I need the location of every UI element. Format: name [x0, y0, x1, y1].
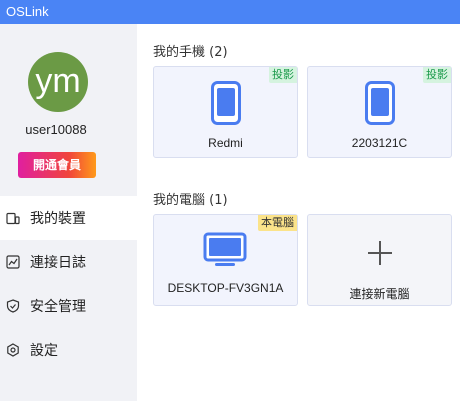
- sidebar-nav: 我的裝置 連接日誌 安全管理 設定: [0, 196, 137, 372]
- main-content: 我的手機 (2) 投影 Redmi 投影 2203121C 我的電腦 (1) 本…: [137, 24, 460, 401]
- add-computer-card[interactable]: 連接新電腦: [307, 214, 452, 306]
- monitor-icon: [203, 232, 247, 266]
- device-name: Redmi: [208, 136, 243, 150]
- sidebar-item-label: 連接日誌: [30, 255, 86, 271]
- sidebar-item-label: 安全管理: [30, 299, 86, 315]
- sidebar-item-my-devices[interactable]: 我的裝置: [0, 196, 137, 240]
- shield-icon: [6, 299, 20, 313]
- device-name: DESKTOP-FV3GN1A: [167, 281, 284, 295]
- devices-icon: [6, 211, 20, 225]
- plus-icon: [368, 241, 392, 265]
- phones-section-title: 我的手機 (2): [153, 45, 228, 60]
- sidebar-item-label: 設定: [30, 343, 58, 359]
- avatar-initials: ym: [35, 62, 81, 100]
- this-computer-badge: 本電腦: [258, 215, 297, 231]
- cast-badge[interactable]: 投影: [423, 67, 451, 83]
- sidebar-item-settings[interactable]: 設定: [0, 328, 137, 372]
- sidebar-item-label: 我的裝置: [30, 211, 86, 227]
- computer-card-desktop[interactable]: 本電腦 DESKTOP-FV3GN1A: [153, 214, 298, 306]
- gear-icon: [6, 343, 20, 357]
- phone-icon: [365, 81, 395, 125]
- sidebar: ym user10088 開通會員 我的裝置 連接日誌 安全管理 設定: [0, 24, 137, 401]
- username: user10088: [25, 122, 87, 137]
- phone-icon: [211, 81, 241, 125]
- avatar[interactable]: ym: [28, 52, 88, 112]
- add-computer-label: 連接新電腦: [349, 287, 410, 301]
- sidebar-item-security[interactable]: 安全管理: [0, 284, 137, 328]
- cast-badge[interactable]: 投影: [269, 67, 297, 83]
- phone-card-redmi[interactable]: 投影 Redmi: [153, 66, 298, 158]
- phone-card-2203121c[interactable]: 投影 2203121C: [307, 66, 452, 158]
- chart-log-icon: [6, 255, 20, 269]
- sidebar-item-connection-log[interactable]: 連接日誌: [0, 240, 137, 284]
- device-name: 2203121C: [351, 136, 408, 150]
- vip-button[interactable]: 開通會員: [18, 152, 96, 178]
- computers-section-title: 我的電腦 (1): [153, 193, 228, 208]
- title-bar: OSLink: [0, 0, 460, 24]
- app-title: OSLink: [6, 4, 49, 19]
